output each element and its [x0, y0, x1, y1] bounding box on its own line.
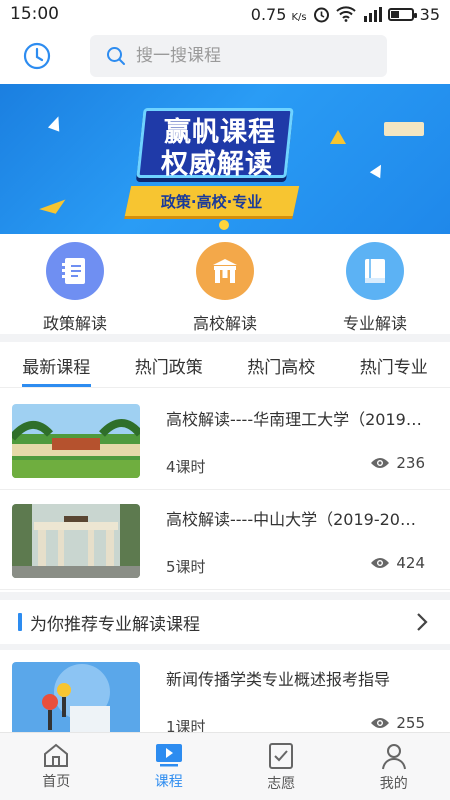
play-icon	[155, 744, 182, 767]
course-title: 新闻传播学类专业概述报考指导	[166, 670, 391, 689]
network-speed: 0.75 K/s	[250, 4, 307, 24]
course-hours: 5课时	[166, 558, 206, 576]
signal-icon	[363, 7, 382, 22]
eye-icon	[371, 458, 390, 468]
tab-latest[interactable]: 最新课程	[0, 342, 113, 387]
course-views: 424	[370, 554, 425, 572]
nav-courses[interactable]: 课程	[113, 733, 226, 800]
chevron-right-icon[interactable]	[416, 612, 428, 632]
nav-label: 我的	[379, 776, 408, 792]
nav-label: 课程	[154, 774, 183, 790]
wifi-icon	[335, 6, 356, 22]
category-major[interactable]: 专业解读	[300, 236, 450, 334]
search-input[interactable]	[136, 46, 356, 66]
course-views: 236	[370, 454, 425, 472]
alarm-icon	[313, 7, 329, 22]
battery-level: 35	[419, 4, 440, 24]
category-label: 高校解读	[192, 314, 257, 333]
course-thumbnail	[12, 504, 140, 578]
user-icon	[381, 744, 406, 770]
nav-home[interactable]: 首页	[0, 733, 113, 800]
status-bar: 15:00 0.75 K/s 35	[0, 0, 450, 28]
decor-triangle	[47, 114, 65, 132]
category-row: 政策解读 高校解读 专业解读	[0, 236, 450, 334]
bottom-nav: 首页 课程 志愿 我的	[0, 732, 450, 800]
search-bar[interactable]	[90, 35, 387, 77]
banner-ribbon: 政策·高校·专业	[124, 186, 300, 216]
course-hours: 4课时	[166, 458, 206, 476]
nav-volunteer[interactable]: 志愿	[225, 733, 338, 800]
course-thumbnail	[12, 662, 140, 742]
decor-triangle	[39, 199, 69, 219]
home-icon	[44, 743, 69, 767]
promo-banner[interactable]: 赢帆课程 权威解读 政策·高校·专业	[0, 84, 450, 234]
accent-bar	[18, 613, 22, 631]
tab-hot-major[interactable]: 热门专业	[338, 342, 450, 387]
nav-label: 首页	[42, 774, 71, 790]
eye-icon	[371, 558, 390, 568]
status-time: 15:00	[10, 4, 59, 24]
checklist-icon	[269, 743, 294, 769]
tab-hot-university[interactable]: 热门高校	[225, 342, 338, 387]
gate-icon	[196, 242, 254, 300]
course-views: 255	[370, 714, 425, 732]
decor-triangle	[369, 161, 387, 179]
decor-triangle	[330, 130, 346, 144]
tab-hot-policy[interactable]: 热门政策	[113, 342, 226, 387]
category-policy[interactable]: 政策解读	[0, 236, 150, 334]
history-clock-icon[interactable]	[22, 41, 52, 71]
carousel-indicator[interactable]	[219, 220, 229, 230]
divider	[0, 592, 450, 600]
category-label: 政策解读	[42, 314, 107, 333]
category-university[interactable]: 高校解读	[150, 236, 300, 334]
nav-label: 志愿	[267, 776, 296, 792]
recommend-header[interactable]: 为你推荐专业解读课程	[0, 600, 450, 644]
banner-title-line2: 权威解读	[161, 149, 273, 180]
eye-icon	[371, 718, 390, 728]
book-icon	[346, 242, 404, 300]
books-illustration	[384, 122, 424, 136]
nav-profile[interactable]: 我的	[338, 733, 450, 800]
category-label: 专业解读	[342, 314, 407, 333]
recommend-item[interactable]: 新闻传播学类专业概述报考指导 1课时 255	[0, 650, 450, 742]
course-tabs: 最新课程 热门政策 热门高校 热门专业	[0, 342, 450, 388]
header	[0, 30, 450, 82]
course-thumbnail	[12, 404, 140, 478]
course-item[interactable]: 高校解读----中山大学（2019-2020） 5课时 424	[0, 490, 450, 590]
course-title: 高校解读----华南理工大学（2019-2020）	[166, 410, 426, 429]
battery-icon	[387, 7, 417, 21]
divider	[0, 334, 450, 342]
course-title: 高校解读----中山大学（2019-2020）	[166, 510, 426, 529]
search-icon	[107, 47, 125, 65]
recommend-heading: 为你推荐专业解读课程	[30, 614, 200, 635]
notebook-icon	[46, 242, 104, 300]
course-item[interactable]: 高校解读----华南理工大学（2019-2020） 4课时 236	[0, 390, 450, 490]
